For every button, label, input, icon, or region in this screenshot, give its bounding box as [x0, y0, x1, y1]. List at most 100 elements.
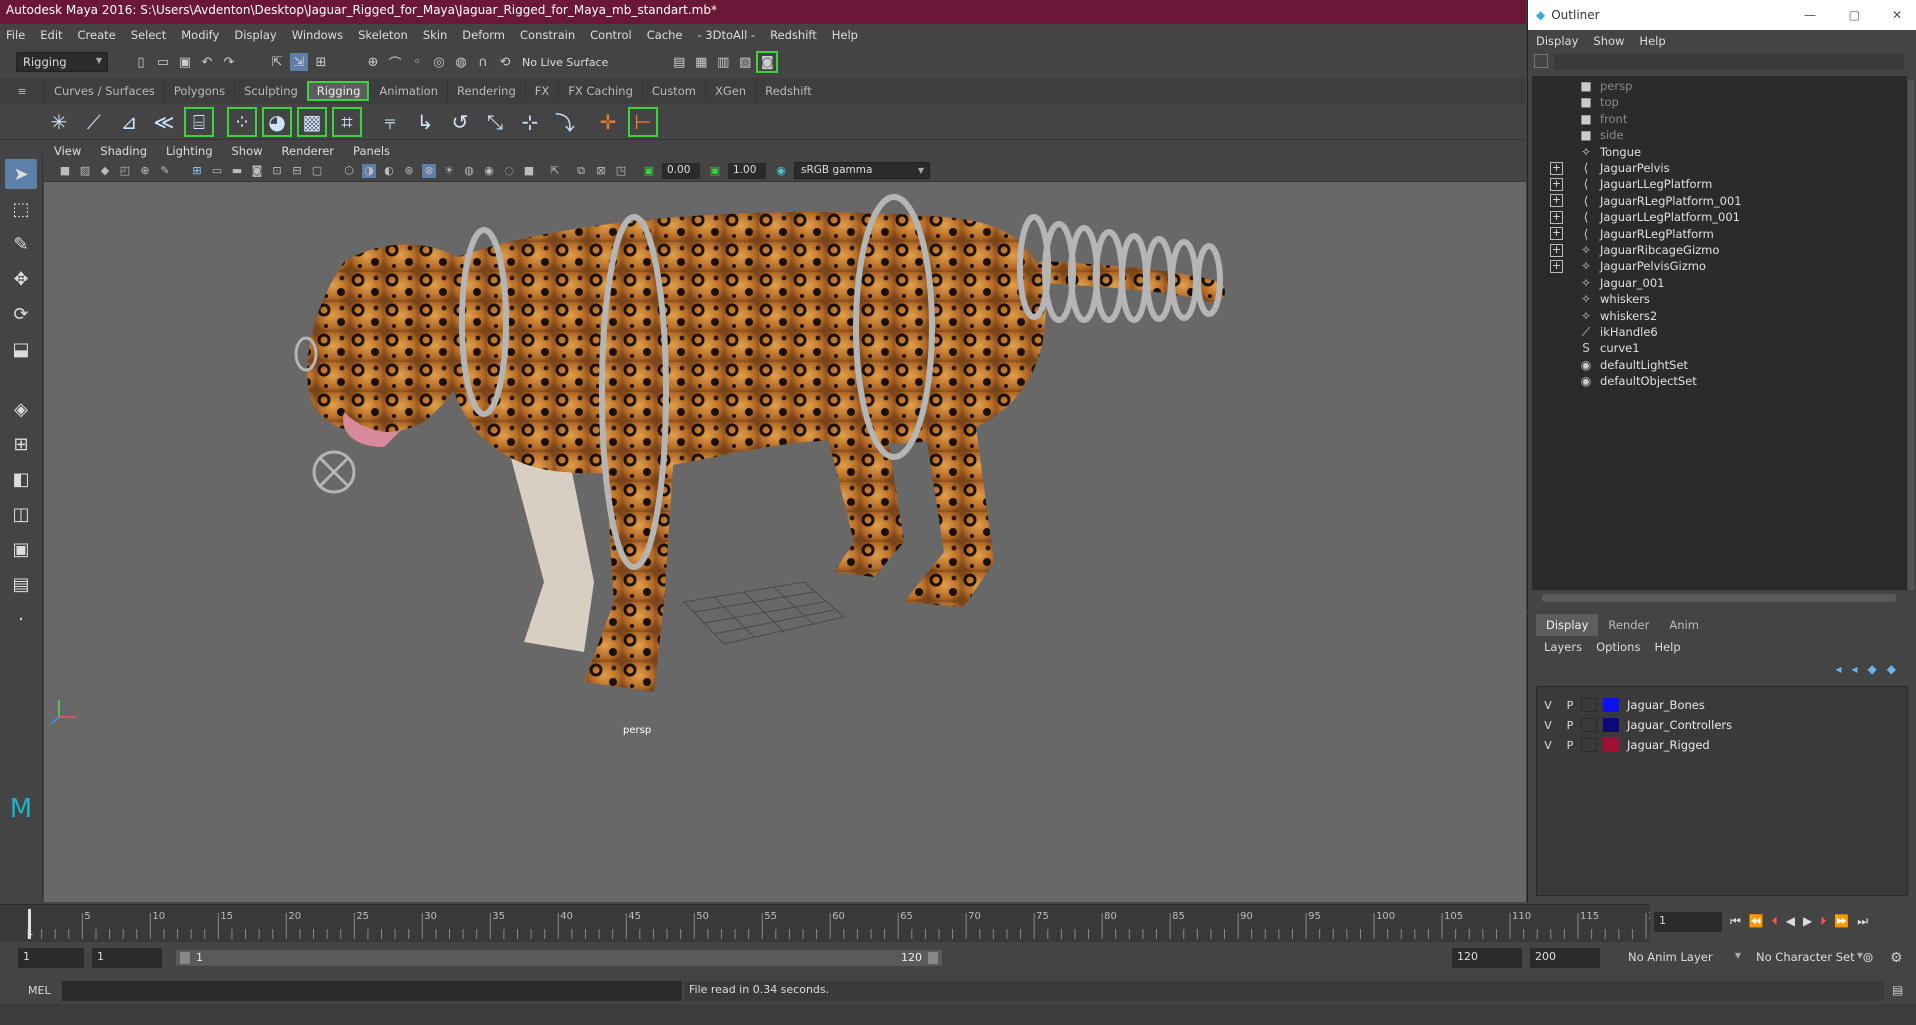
range-slider-start-handle[interactable]: [180, 952, 190, 964]
save-scene-icon[interactable]: ▣: [176, 53, 194, 71]
ambient-occlusion-icon[interactable]: ◍: [462, 164, 476, 178]
shelf-tab-rigging[interactable]: Rigging: [306, 81, 370, 101]
two-view-layout-icon[interactable]: ◧: [5, 464, 37, 494]
layer-playback-toggle[interactable]: P: [1559, 739, 1581, 752]
layer-playback-toggle[interactable]: P: [1559, 699, 1581, 712]
move-tool-icon[interactable]: ✥: [5, 264, 37, 294]
step-back-icon[interactable]: ⏪: [1749, 914, 1764, 929]
smooth-shade-icon[interactable]: ◑: [362, 163, 376, 178]
menu-skeleton[interactable]: Skeleton: [358, 28, 408, 42]
go-to-end-icon[interactable]: ⏭: [1857, 914, 1868, 929]
new-scene-icon[interactable]: ▯: [132, 53, 150, 71]
paint-select-icon[interactable]: ✎: [5, 229, 37, 259]
panel-menu-renderer[interactable]: Renderer: [282, 144, 335, 158]
menu-skin[interactable]: Skin: [423, 28, 447, 42]
expand-icon[interactable]: +: [1550, 243, 1563, 257]
auto-key-icon[interactable]: ⊚: [1862, 950, 1874, 966]
anti-aliasing-icon[interactable]: ◌: [502, 164, 516, 178]
current-frame-field[interactable]: 1: [1654, 912, 1722, 932]
menu-help[interactable]: Help: [832, 28, 858, 42]
play-forward-icon[interactable]: ▶: [1803, 914, 1812, 929]
close-icon[interactable]: ✕: [1892, 8, 1902, 22]
layer-menu-options[interactable]: Options: [1596, 640, 1640, 654]
layer-tab-anim[interactable]: Anim: [1659, 614, 1709, 636]
anim-start-field[interactable]: 1: [18, 948, 84, 968]
minimize-icon[interactable]: —: [1804, 8, 1816, 22]
xray-joints-icon[interactable]: ⊠: [594, 164, 608, 178]
color-management-icon[interactable]: ◉: [774, 164, 788, 178]
layer-visibility-toggle[interactable]: V: [1537, 739, 1559, 752]
live-surface-label[interactable]: No Live Surface: [522, 56, 608, 69]
layout-menu-icon[interactable]: ·: [5, 604, 37, 634]
panel-menu-view[interactable]: View: [54, 144, 81, 158]
pole-vector-icon[interactable]: ⤵: [550, 107, 580, 137]
menu-constrain[interactable]: Constrain: [520, 28, 575, 42]
move-layer-up-icon[interactable]: ◂: [1835, 662, 1841, 676]
command-input[interactable]: [62, 981, 682, 1001]
layer-menu-layers[interactable]: Layers: [1544, 640, 1582, 654]
textured-icon[interactable]: ⊛: [402, 164, 416, 178]
expand-icon[interactable]: +: [1550, 210, 1563, 224]
redo-icon[interactable]: ↷: [220, 53, 238, 71]
character-set-dropdown[interactable]: No Character Set: [1750, 948, 1868, 968]
use-all-lights-icon[interactable]: ⊗: [422, 163, 436, 178]
shelf-tab-polygons[interactable]: Polygons: [163, 81, 234, 101]
prev-key-icon[interactable]: ⏴: [1772, 914, 1778, 929]
render-frame-icon[interactable]: ▦: [692, 53, 710, 71]
locator-icon[interactable]: ⌸: [184, 106, 214, 137]
snap-surface-icon[interactable]: ◍: [452, 53, 470, 71]
gate-mask-icon[interactable]: ◙: [250, 164, 264, 178]
layer-type-toggle[interactable]: [1581, 698, 1597, 712]
parent-constraint-icon[interactable]: ⫧: [375, 107, 405, 137]
outliner-horizontal-scrollbar[interactable]: [1542, 594, 1896, 602]
exposure-field[interactable]: 0.00: [662, 162, 700, 179]
panel-menu-shading[interactable]: Shading: [100, 144, 147, 158]
shelf-tab-rendering[interactable]: Rendering: [447, 81, 525, 101]
expand-icon[interactable]: +: [1550, 227, 1563, 241]
shelf-tab-fx[interactable]: FX: [524, 81, 559, 101]
xray-components-icon[interactable]: ◳: [614, 164, 628, 178]
shelf-tab-custom[interactable]: Custom: [641, 81, 705, 101]
snap-curve-icon[interactable]: ⌒: [386, 53, 404, 72]
ipr-render-icon[interactable]: ▥: [714, 53, 732, 71]
layer-visibility-toggle[interactable]: V: [1537, 699, 1559, 712]
single-perspective-layout-icon[interactable]: ◈: [5, 394, 37, 424]
go-to-start-icon[interactable]: ⏮: [1730, 914, 1741, 929]
ik-spline-icon[interactable]: ≪: [149, 107, 179, 137]
film-gate-icon[interactable]: ▭: [210, 164, 224, 178]
menu-set-dropdown[interactable]: Rigging: [16, 52, 108, 72]
script-editor-icon[interactable]: ▤: [1892, 983, 1903, 997]
anim-layer-dropdown[interactable]: No Anim Layer: [1622, 948, 1746, 968]
outliner-menu-show[interactable]: Show: [1593, 34, 1624, 48]
safe-title-icon[interactable]: ▢: [310, 164, 324, 178]
layer-tab-display[interactable]: Display: [1536, 614, 1599, 636]
rotate-tool-icon[interactable]: ⟳: [5, 299, 37, 329]
undo-icon[interactable]: ↶: [198, 53, 216, 71]
gamma-field[interactable]: 1.00: [728, 162, 766, 179]
bookmark-icon[interactable]: ◆: [98, 164, 112, 178]
wireframe-icon[interactable]: ⬡: [342, 164, 356, 178]
snap-grid-icon[interactable]: ⊕: [364, 53, 382, 71]
menu-create[interactable]: Create: [78, 28, 116, 42]
grease-pencil-icon[interactable]: ✎: [158, 164, 172, 178]
next-key-icon[interactable]: ⏵: [1820, 914, 1826, 929]
ik-handle-icon[interactable]: ⊿: [114, 107, 144, 137]
layer-visibility-toggle[interactable]: V: [1537, 719, 1559, 732]
bind-skin-icon[interactable]: ⁘: [227, 106, 257, 137]
2d-pan-icon[interactable]: ⊕: [138, 164, 152, 178]
lasso-tool-icon[interactable]: ⬚: [5, 194, 37, 224]
move-layer-down-icon[interactable]: ◂: [1852, 662, 1858, 676]
open-scene-icon[interactable]: ▭: [154, 53, 172, 71]
image-plane-icon[interactable]: ◰: [118, 164, 132, 178]
panel-menu-lighting[interactable]: Lighting: [166, 144, 212, 158]
camera-select-icon[interactable]: ■: [58, 164, 72, 178]
menu-cache[interactable]: Cache: [647, 28, 683, 42]
playback-start-field[interactable]: 1: [92, 948, 162, 968]
menu-windows[interactable]: Windows: [292, 28, 343, 42]
resolution-gate-icon[interactable]: ▬: [230, 164, 244, 178]
viewport-persp[interactable]: persp: [44, 182, 1526, 902]
new-layer-selected-icon[interactable]: ◆: [1887, 662, 1896, 676]
outliner-menu-display[interactable]: Display: [1536, 34, 1578, 48]
wireframe-on-shaded-icon[interactable]: ◐: [382, 164, 396, 178]
scale-tool-icon[interactable]: ⬓: [5, 334, 37, 364]
